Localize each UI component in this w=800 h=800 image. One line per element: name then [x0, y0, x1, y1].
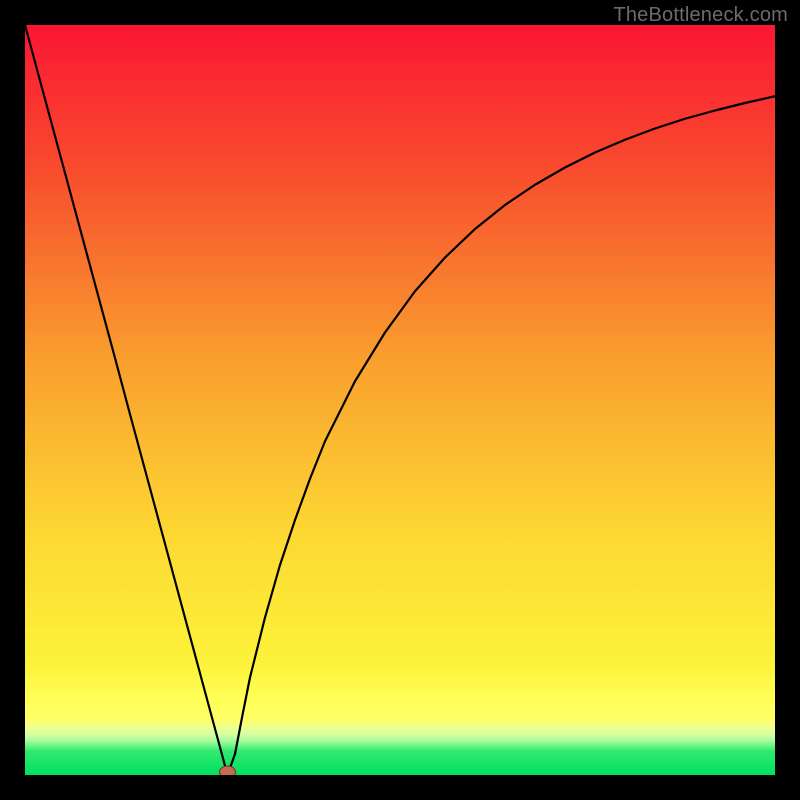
watermark-text: TheBottleneck.com [613, 4, 788, 27]
frame: TheBottleneck.com [0, 0, 800, 800]
minimum-marker [220, 766, 236, 775]
plot-area [25, 25, 775, 775]
gradient-background [25, 25, 775, 775]
chart-svg [25, 25, 775, 775]
